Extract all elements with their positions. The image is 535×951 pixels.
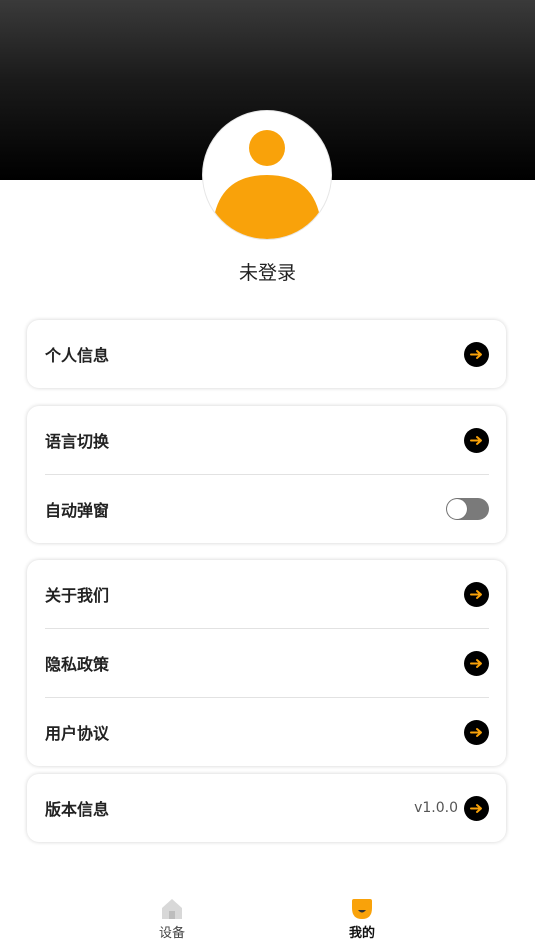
- mine-face-icon: [352, 899, 372, 919]
- menu-item-user-agreement[interactable]: 用户协议: [45, 697, 489, 766]
- tab-label: 设备: [158, 926, 185, 941]
- home-icon: [162, 899, 182, 919]
- version-value: v1.0.0: [414, 800, 458, 816]
- menu-item-about-us[interactable]: 关于我们: [45, 560, 489, 628]
- tab-mine[interactable]: 我的: [312, 898, 412, 941]
- menu-item-auto-popup: 自动弹窗: [45, 474, 489, 543]
- card-personal: 个人信息: [27, 320, 506, 388]
- menu-item-privacy-policy[interactable]: 隐私政策: [45, 628, 489, 697]
- user-avatar-icon: [213, 130, 321, 239]
- arrow-right-circle-icon[interactable]: [464, 581, 489, 607]
- menu-item-label: 隐私政策: [45, 655, 110, 674]
- tab-label: 我的: [348, 926, 375, 941]
- tab-device[interactable]: 设备: [122, 898, 222, 941]
- bottom-tab-bar: 设备 我的: [0, 890, 535, 951]
- arrow-right-circle-icon[interactable]: [464, 341, 489, 367]
- menu-item-version-info[interactable]: 版本信息 v1.0.0: [45, 774, 489, 842]
- username-label[interactable]: 未登录: [0, 258, 535, 285]
- menu-item-label: 个人信息: [45, 346, 110, 365]
- menu-item-language-switch[interactable]: 语言切换: [45, 406, 489, 474]
- card-settings: 语言切换 自动弹窗: [27, 406, 506, 543]
- arrow-right-circle-icon[interactable]: [464, 650, 489, 676]
- menu-item-label: 语言切换: [45, 432, 110, 451]
- menu-item-label: 用户协议: [45, 724, 110, 743]
- menu-item-label: 关于我们: [45, 586, 110, 605]
- card-version: 版本信息 v1.0.0: [27, 774, 506, 842]
- menu-item-label: 版本信息: [45, 800, 110, 819]
- arrow-right-circle-icon[interactable]: [464, 427, 489, 453]
- menu-item-label: 自动弹窗: [45, 501, 110, 520]
- auto-popup-toggle[interactable]: [446, 498, 489, 520]
- menu-item-personal-info[interactable]: 个人信息: [45, 320, 489, 388]
- arrow-right-circle-icon[interactable]: [464, 795, 489, 821]
- card-about: 关于我们 隐私政策 用户协议: [27, 560, 506, 766]
- toggle-knob: [447, 499, 467, 519]
- avatar[interactable]: [203, 111, 331, 239]
- arrow-right-circle-icon[interactable]: [464, 719, 489, 745]
